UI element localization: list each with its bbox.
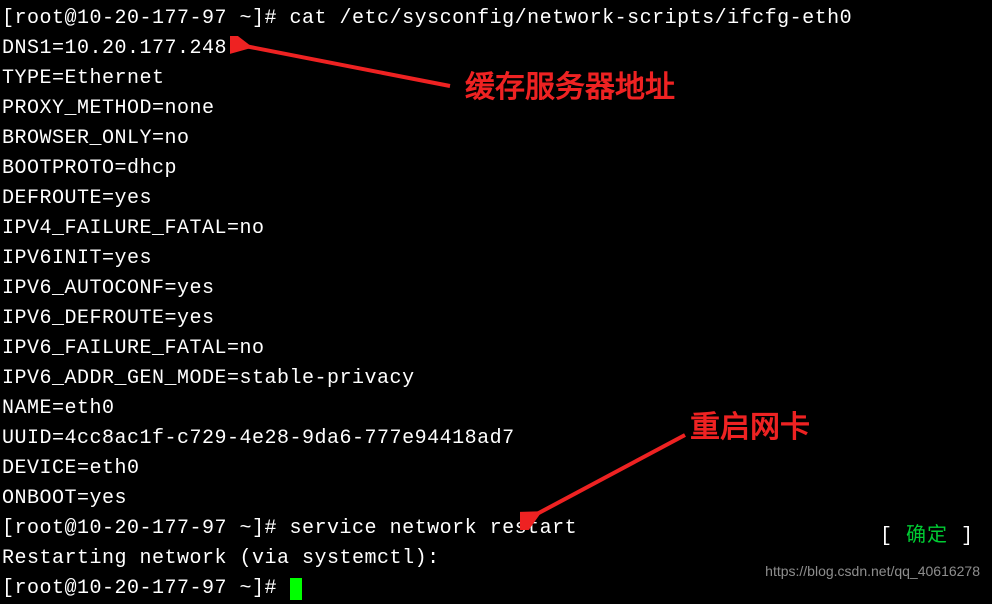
status-indicator: [ 确定 ] xyxy=(880,522,974,552)
shell-prompt: [root@10-20-177-97 ~]# xyxy=(2,7,290,30)
config-line: IPV6_DEFROUTE=yes xyxy=(2,304,990,334)
config-line: IPV6INIT=yes xyxy=(2,244,990,274)
terminal-line-cmd2: [root@10-20-177-97 ~]# service network r… xyxy=(2,514,990,544)
annotation-cache-server: 缓存服务器地址 xyxy=(465,65,675,110)
terminal-line-cmd1: [root@10-20-177-97 ~]# cat /etc/sysconfi… xyxy=(2,4,990,34)
shell-prompt: [root@10-20-177-97 ~]# xyxy=(2,577,290,600)
config-line: IPV6_AUTOCONF=yes xyxy=(2,274,990,304)
bracket-left: [ xyxy=(880,525,906,548)
watermark-text: https://blog.csdn.net/qq_40616278 xyxy=(765,561,980,582)
config-line: BOOTPROTO=dhcp xyxy=(2,154,990,184)
status-ok-text: 确定 xyxy=(906,525,948,548)
bracket-right: ] xyxy=(948,525,974,548)
config-line: DEVICE=eth0 xyxy=(2,454,990,484)
config-line: IPV4_FAILURE_FATAL=no xyxy=(2,214,990,244)
command-cat: cat /etc/sysconfig/network-scripts/ifcfg… xyxy=(290,7,853,30)
config-line: IPV6_FAILURE_FATAL=no xyxy=(2,334,990,364)
config-line: DEFROUTE=yes xyxy=(2,184,990,214)
config-line: ONBOOT=yes xyxy=(2,484,990,514)
annotation-restart-nic: 重启网卡 xyxy=(690,405,810,450)
cursor-block[interactable] xyxy=(290,578,302,600)
config-line: BROWSER_ONLY=no xyxy=(2,124,990,154)
config-line: IPV6_ADDR_GEN_MODE=stable-privacy xyxy=(2,364,990,394)
config-line: UUID=4cc8ac1f-c729-4e28-9da6-777e94418ad… xyxy=(2,424,990,454)
config-line: DNS1=10.20.177.248 xyxy=(2,34,990,64)
command-service-restart: service network restart xyxy=(290,517,578,540)
shell-prompt: [root@10-20-177-97 ~]# xyxy=(2,517,290,540)
config-line: NAME=eth0 xyxy=(2,394,990,424)
